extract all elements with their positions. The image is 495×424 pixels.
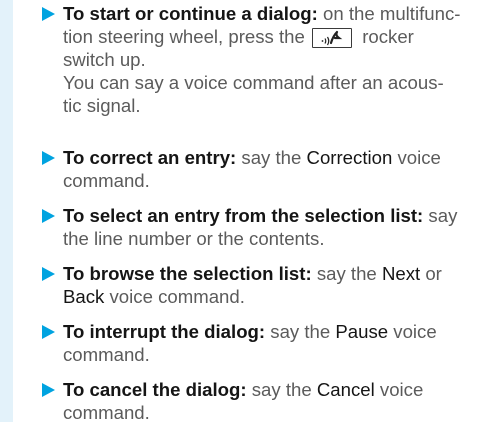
item-text: You can say a voice command after an aco… <box>63 72 444 93</box>
item-text: say <box>423 205 458 226</box>
item-heading: To correct an entry: <box>63 147 237 168</box>
item-text: command. <box>63 344 150 365</box>
list-item: To interrupt the dialog: say the Pause v… <box>63 320 493 366</box>
item-text: switch up. <box>63 49 146 70</box>
bullet-arrow-icon <box>42 267 55 281</box>
voice-command-keyword: Correction <box>306 147 393 168</box>
item-text: voice <box>392 147 441 168</box>
item-text: or <box>420 263 442 284</box>
voice-key-box <box>312 28 353 48</box>
voice-command-keyword: Cancel <box>316 379 375 400</box>
bullet-arrow-icon <box>42 325 55 339</box>
voice-control-icon <box>321 30 343 46</box>
item-text: tion steering wheel, press the <box>63 26 305 47</box>
item-text: tic signal. <box>63 95 141 116</box>
item-text: voice <box>374 379 424 400</box>
item-text: say the <box>246 379 317 400</box>
item-heading: To browse the selection list: <box>63 263 312 284</box>
list-item: To correct an entry: say the Correction … <box>63 146 493 192</box>
item-heading: To cancel the dialog: <box>63 379 247 400</box>
item-text: say the <box>236 147 307 168</box>
bullet-arrow-icon <box>42 383 55 397</box>
item-heading: To select an entry from the selection li… <box>63 205 424 226</box>
list-item: To start or continue a dialog: on the mu… <box>63 2 493 117</box>
list-item: To select an entry from the selection li… <box>63 204 493 250</box>
bullet-arrow-icon <box>42 209 55 223</box>
item-text: voice <box>388 321 437 342</box>
list-item: To browse the selection list: say the Ne… <box>63 262 493 308</box>
item-text: on the multifunc- <box>317 3 461 24</box>
voice-command-keyword: Back <box>63 286 105 307</box>
left-margin-bar <box>0 0 13 422</box>
item-heading: To interrupt the dialog: <box>63 321 266 342</box>
list-item: To cancel the dialog: say the Cancel voi… <box>63 378 493 424</box>
item-heading: To start or continue a dialog: <box>63 3 318 24</box>
item-text: rocker <box>357 26 414 47</box>
item-text: say the <box>311 263 382 284</box>
bullet-arrow-icon <box>42 151 55 165</box>
item-text: command. <box>63 170 150 191</box>
voice-command-keyword: Next <box>381 263 421 284</box>
item-text: voice command. <box>104 286 245 307</box>
voice-command-keyword: Pause <box>335 321 389 342</box>
bullet-arrow-icon <box>42 7 55 21</box>
item-text: the line number or the contents. <box>63 228 325 249</box>
item-text: say the <box>265 321 336 342</box>
item-text: command. <box>63 402 150 423</box>
